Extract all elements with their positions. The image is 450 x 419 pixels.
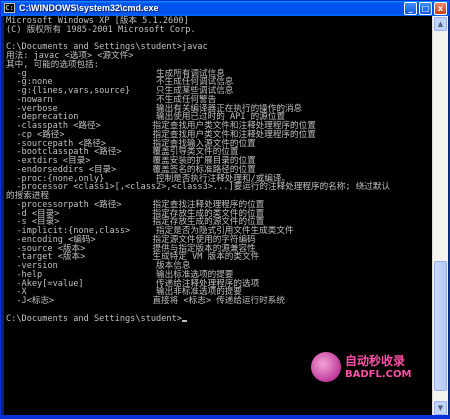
console-lines: Microsoft Windows XP [版本 5.1.2600] (C) 版权… <box>6 17 390 323</box>
watermark: 自动秒收录 BADFL.COM <box>311 348 431 388</box>
window-title: C:\WINDOWS\system32\cmd.exe <box>19 3 159 13</box>
scroll-down-button[interactable]: ▼ <box>434 401 447 415</box>
watermark-url: BADFL.COM <box>345 369 412 380</box>
cmd-icon: C: <box>4 3 15 13</box>
maximize-button[interactable]: □ <box>419 2 432 15</box>
close-button[interactable]: x <box>434 2 447 15</box>
console-line: -processor <class1>[,<class2>,<class3>..… <box>6 182 391 193</box>
cmd-window: C: C:\WINDOWS\system32\cmd.exe _ □ x Mic… <box>0 0 450 419</box>
watermark-logo-icon <box>311 352 341 382</box>
minimize-button[interactable]: _ <box>404 2 417 15</box>
scroll-up-button[interactable]: ▲ <box>434 17 447 31</box>
window-frame-bottom <box>1 415 449 418</box>
console-line: -J<标志> 直接将 <标志> 传递给运行时系统 <box>6 296 285 306</box>
scroll-thumb[interactable] <box>434 261 447 391</box>
console-line: (C) 版权所有 1985-2001 Microsoft Corp. <box>6 24 196 35</box>
window-controls: _ □ x <box>404 2 447 15</box>
watermark-name: 自动秒收录 <box>345 354 406 368</box>
title-bar[interactable]: C: C:\WINDOWS\system32\cmd.exe _ □ x <box>1 1 449 16</box>
vertical-scrollbar[interactable]: ▲ ▼ <box>432 16 448 416</box>
console-line: C:\Documents and Settings\student> <box>6 314 390 324</box>
text-cursor <box>181 319 187 322</box>
